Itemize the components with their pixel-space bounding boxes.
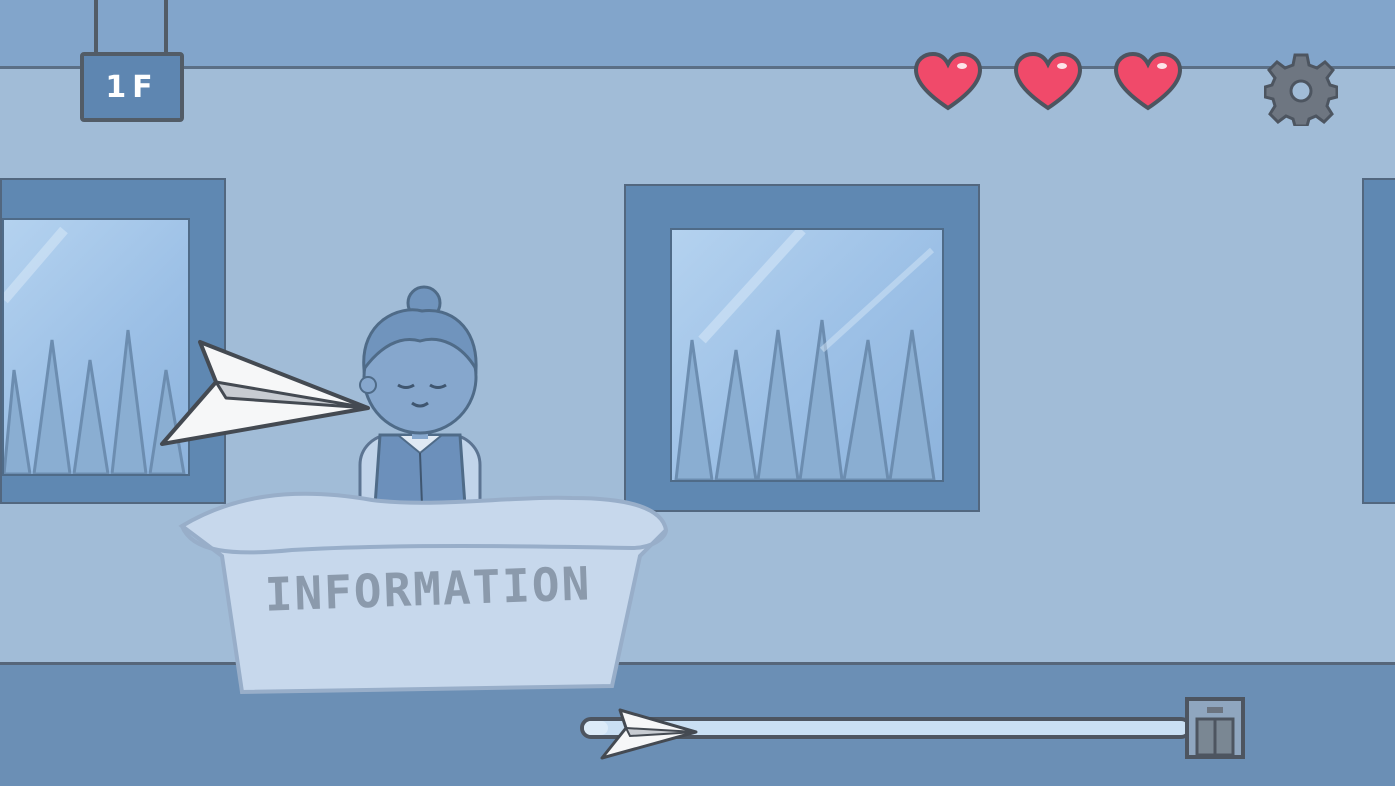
ceiling — [0, 0, 1395, 69]
heart-icon — [1014, 52, 1082, 111]
floor-sign-rope-right — [164, 0, 168, 52]
heart-icon — [914, 52, 982, 111]
paper-plane-player[interactable] — [156, 338, 376, 450]
floor-sign-rope-left — [94, 0, 98, 52]
gear-icon[interactable] — [1264, 52, 1338, 126]
elevator-icon — [1185, 697, 1245, 759]
window-middle-pane — [670, 228, 944, 482]
window-right — [1362, 178, 1395, 504]
game-scene: INFORMATION — [0, 0, 1395, 786]
heart-icon — [1114, 52, 1182, 111]
paper-plane-icon — [600, 708, 698, 760]
window-middle — [624, 184, 980, 512]
floor-sign: 1F — [80, 52, 184, 122]
floor-label: 1F — [105, 69, 159, 105]
plants-middle — [674, 230, 936, 480]
